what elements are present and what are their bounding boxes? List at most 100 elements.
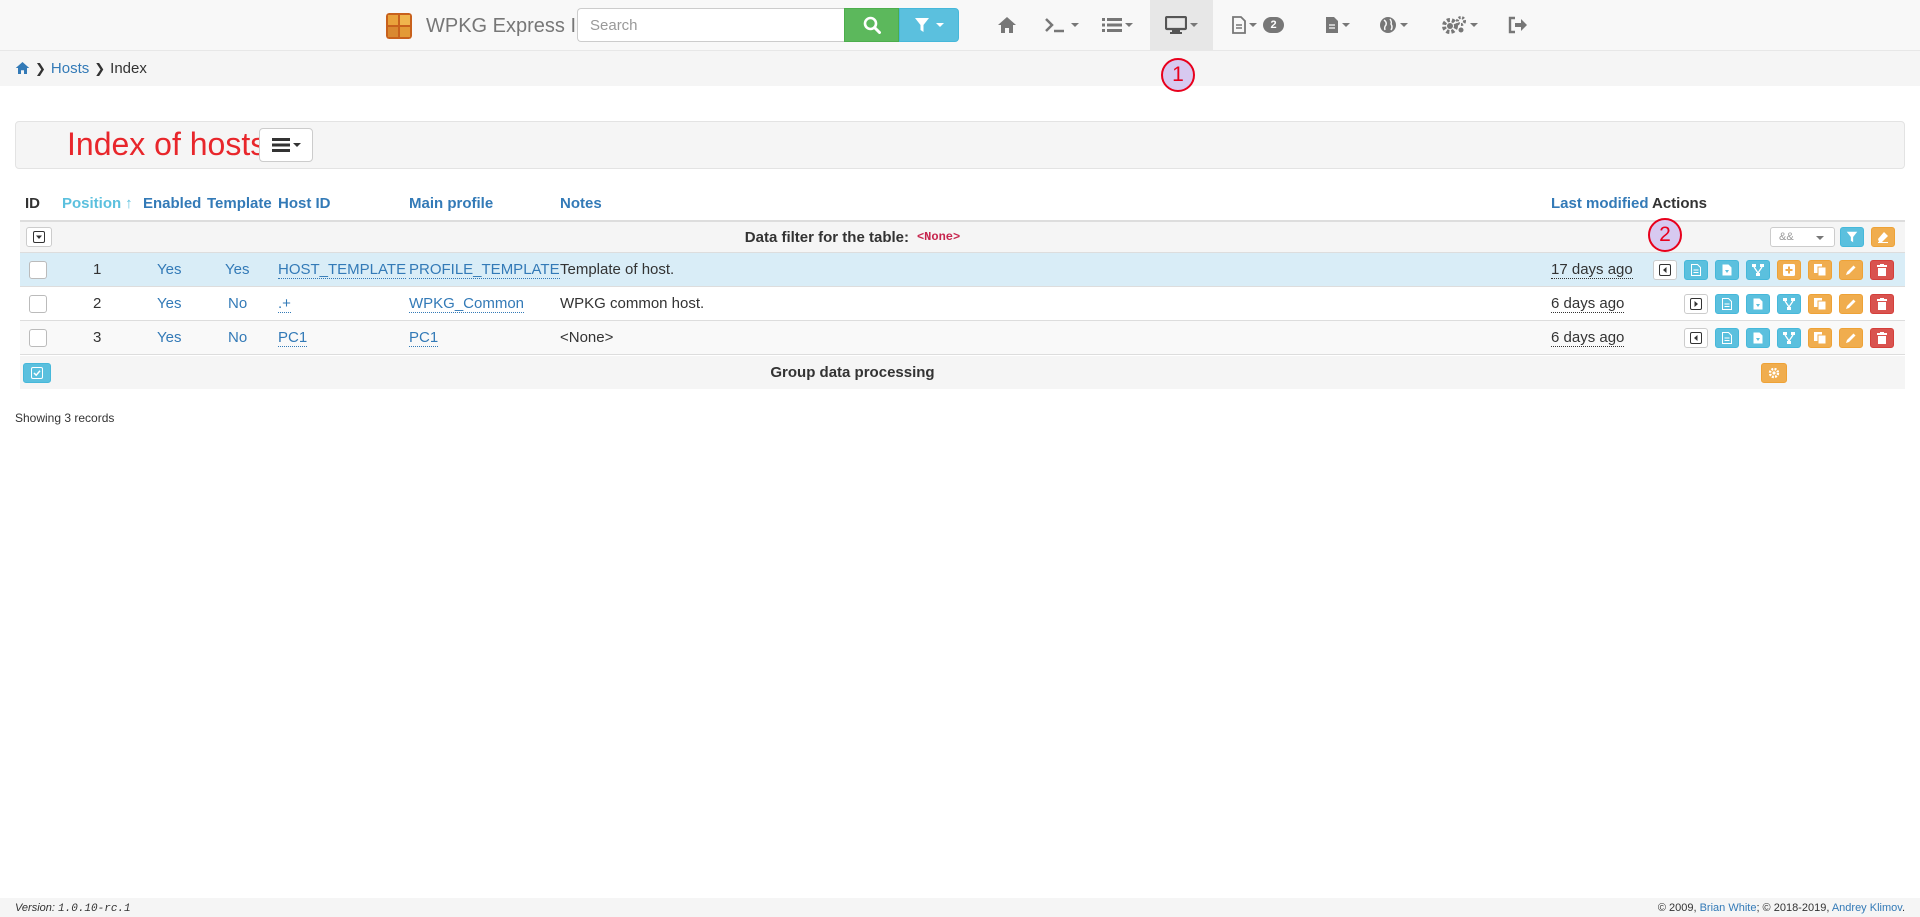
add-button[interactable] [1777,259,1801,280]
col-main-profile[interactable]: Main profile [409,186,493,220]
view-button[interactable] [1684,259,1708,280]
col-host-id-link[interactable]: Host ID [278,195,331,212]
author-link-1[interactable]: Brian White [1700,902,1757,914]
nav-list[interactable] [1090,0,1144,50]
pencil-icon [1846,333,1856,343]
cell-notes: <None> [560,329,614,346]
host-id-link[interactable]: PC1 [278,329,308,347]
edit-button[interactable] [1839,293,1863,314]
copy-icon [1814,331,1826,344]
group-label: Group data processing [770,364,935,381]
breadcrumb-hosts-link[interactable]: Hosts [51,60,89,77]
filter-value: <None> [916,230,961,244]
host-id-link[interactable]: HOST_TEMPLATE [278,261,407,279]
filter-row: Data filter for the table: <None> && [20,220,1905,253]
row-checkbox[interactable] [29,260,47,279]
delete-button[interactable] [1870,259,1894,280]
row-actions [1684,287,1901,320]
cell-last-modified: 17 days ago [1551,260,1633,279]
nav-hosts[interactable] [1150,0,1213,50]
delete-button[interactable] [1870,293,1894,314]
col-position-link[interactable]: Position [62,195,121,212]
table-row[interactable]: 1 Yes Yes HOST_TEMPLATE PROFILE_TEMPLATE… [20,253,1905,287]
nav-console[interactable] [1034,0,1088,50]
main-profile-link[interactable]: PC1 [409,329,439,347]
chevron-right-icon: ❯ [35,60,46,76]
author-link-2[interactable]: Andrey Klimov [1832,902,1902,914]
page-footer: Version: 1.0.10-rc.1 © 2009, Brian White… [0,898,1920,917]
caret-square-left-icon [1659,263,1671,276]
nav-language[interactable] [1366,0,1420,50]
col-enabled[interactable]: Enabled [143,186,201,220]
main-profile-link[interactable]: WPKG_Common [409,295,525,313]
move-button[interactable] [1684,327,1708,348]
nav-documents[interactable] [1310,0,1364,50]
filter-dropdown-button[interactable] [899,8,959,42]
cell-template[interactable]: Yes [225,253,249,286]
cell-last-modified: 6 days ago [1551,328,1625,347]
move-button[interactable] [1653,259,1677,280]
col-template[interactable]: Template [207,186,272,220]
col-host-id[interactable]: Host ID [278,186,331,220]
col-id: ID [25,194,40,212]
download-button[interactable] [1715,259,1739,280]
apply-filter-button[interactable] [1840,227,1864,247]
caret-icon [1070,23,1079,27]
file-text-icon [1325,17,1338,33]
row-checkbox[interactable] [29,328,47,347]
caret-icon [1341,23,1350,27]
main-profile-link[interactable]: PROFILE_TEMPLATE [409,261,560,279]
col-main-profile-link[interactable]: Main profile [409,195,493,212]
download-button[interactable] [1746,327,1770,348]
cell-last-modified: 6 days ago [1551,294,1625,313]
search-input[interactable] [577,8,845,42]
nav-home[interactable] [980,0,1034,50]
nav-settings[interactable] [1430,0,1488,50]
clear-filter-button[interactable] [1871,227,1895,247]
nav-logout[interactable] [1492,0,1544,50]
page-menu-button[interactable] [259,128,313,162]
col-last-modified-link[interactable]: Last modified [1551,195,1649,212]
edit-button[interactable] [1839,327,1863,348]
download-button[interactable] [1746,293,1770,314]
col-template-link[interactable]: Template [207,195,272,212]
brand[interactable]: WPKG Express II [386,11,582,41]
caret-square-left-icon [1690,331,1702,344]
home-icon[interactable] [15,61,30,75]
row-actions [1684,321,1901,354]
graph-button[interactable] [1777,293,1801,314]
cell-enabled[interactable]: Yes [157,287,181,320]
cell-template[interactable]: No [228,321,247,354]
row-checkbox[interactable] [29,294,47,313]
file-icon [1232,16,1247,34]
copy-button[interactable] [1808,293,1832,314]
caret-square-right-icon [1690,297,1702,310]
col-enabled-link[interactable]: Enabled [143,195,201,212]
nav-reports[interactable]: 2 [1222,0,1294,50]
table-row[interactable]: 3 Yes No PC1 PC1 <None> 6 days ago [20,321,1905,355]
col-notes[interactable]: Notes [560,186,602,220]
col-notes-link[interactable]: Notes [560,195,602,212]
filter-logic-value: && [1779,231,1794,243]
file-download-icon [1753,332,1763,343]
view-button[interactable] [1715,327,1739,348]
search-button[interactable] [844,8,899,42]
col-last-modified[interactable]: Last modified [1551,186,1649,220]
copy-button[interactable] [1808,259,1832,280]
filter-logic-select[interactable]: && [1770,227,1835,247]
cell-enabled[interactable]: Yes [157,321,181,354]
copy-button[interactable] [1808,327,1832,348]
col-position[interactable]: Position ↑ [62,186,133,220]
cell-enabled[interactable]: Yes [157,253,181,286]
cell-template[interactable]: No [228,287,247,320]
graph-button[interactable] [1777,327,1801,348]
move-button[interactable] [1684,293,1708,314]
graph-button[interactable] [1746,259,1770,280]
edit-button[interactable] [1839,259,1863,280]
cell-position: 2 [93,295,102,312]
view-button[interactable] [1715,293,1739,314]
host-id-link[interactable]: .+ [278,295,291,313]
group-action-button[interactable] [1761,362,1787,383]
table-row[interactable]: 2 Yes No .+ WPKG_Common WPKG common host… [20,287,1905,321]
delete-button[interactable] [1870,327,1894,348]
